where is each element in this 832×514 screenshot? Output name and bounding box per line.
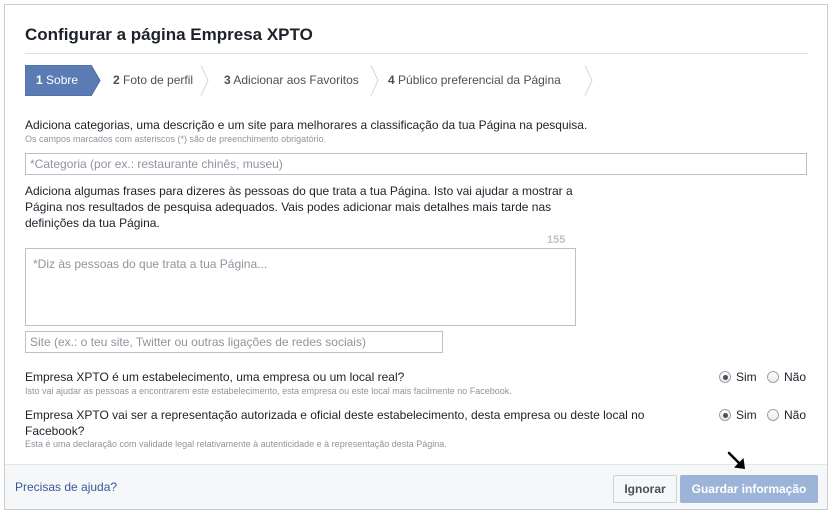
radio-unchecked-icon bbox=[767, 409, 779, 421]
real-business-radio-group: Sim Não bbox=[719, 369, 814, 385]
step-label: Sobre bbox=[46, 73, 79, 87]
page-setup-dialog: Configurar a página Empresa XPTO 1 Sobre… bbox=[4, 4, 828, 510]
step-audience[interactable]: 4 Público preferencial da Página bbox=[371, 65, 593, 96]
official-representation-radio-group: Sim Não bbox=[719, 407, 814, 423]
step-profile-photo[interactable]: 2 Foto de perfil bbox=[91, 65, 209, 96]
step-about[interactable]: 1 Sobre bbox=[25, 65, 101, 96]
question-real-business: Empresa XPTO é um estabelecimento, uma e… bbox=[25, 370, 405, 384]
question-official-representation-hint: Esta é uma declaração com validade legal… bbox=[25, 439, 447, 449]
question-real-business-hint: Isto vai ajudar as pessoas a encontrarem… bbox=[25, 386, 512, 396]
required-fields-note: Os campos marcados com asteriscos (*) sã… bbox=[25, 134, 327, 144]
radio-unchecked-icon bbox=[767, 371, 779, 383]
char-counter: 155 bbox=[547, 234, 566, 246]
description-intro: Adiciona algumas frases para dizeres às … bbox=[25, 184, 573, 230]
website-input[interactable] bbox=[25, 331, 443, 353]
step-label: Público preferencial da Página bbox=[398, 73, 561, 87]
setup-steps: 1 Sobre 2 Foto de perfil 3 Adicionar aos… bbox=[25, 65, 625, 96]
question-official-representation: Empresa XPTO vai ser a representação aut… bbox=[25, 408, 645, 438]
step-number: 1 bbox=[36, 73, 43, 87]
step-label: Adicionar aos Favoritos bbox=[233, 73, 359, 87]
about-intro: Adiciona categorias, uma descrição e um … bbox=[25, 118, 588, 132]
step-number: 2 bbox=[113, 73, 120, 87]
radio-checked-icon bbox=[719, 371, 731, 383]
help-link[interactable]: Precisas de ajuda? bbox=[15, 480, 117, 494]
dialog-footer: Precisas de ajuda? Ignorar Guardar infor… bbox=[5, 464, 827, 509]
ignore-button[interactable]: Ignorar bbox=[613, 475, 677, 503]
category-input[interactable] bbox=[25, 153, 807, 175]
title-divider bbox=[25, 53, 808, 54]
save-info-button[interactable]: Guardar informação bbox=[680, 475, 818, 503]
description-textarea[interactable] bbox=[25, 248, 576, 326]
step-number: 3 bbox=[224, 73, 231, 87]
dialog-title: Configurar a página Empresa XPTO bbox=[25, 25, 313, 44]
step-number: 4 bbox=[388, 73, 395, 87]
step-add-favorites[interactable]: 3 Adicionar aos Favoritos bbox=[201, 65, 379, 96]
arrow-pointer-icon bbox=[727, 451, 745, 469]
step-label: Foto de perfil bbox=[123, 73, 194, 87]
radio-checked-icon bbox=[719, 409, 731, 421]
